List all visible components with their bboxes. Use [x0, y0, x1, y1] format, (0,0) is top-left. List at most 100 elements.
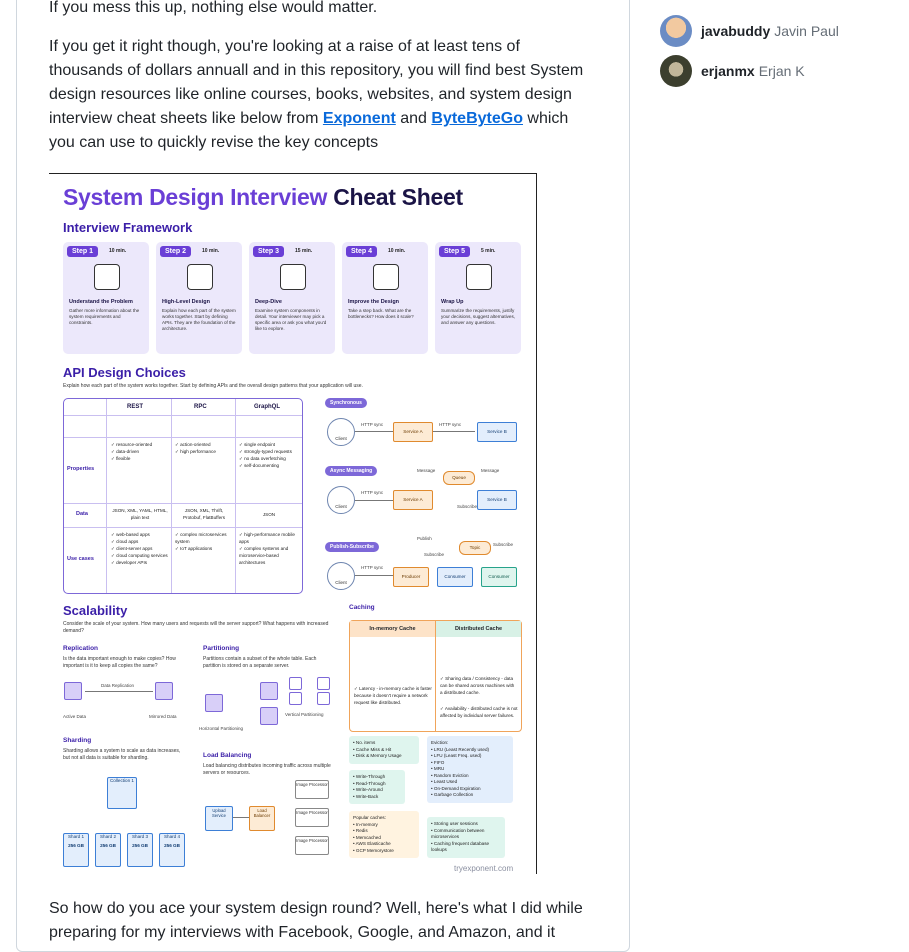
arrow: [85, 691, 153, 692]
avatar[interactable]: [660, 55, 692, 87]
step-time: 10 min.: [388, 248, 406, 254]
step-badge: Step 4: [346, 246, 378, 257]
api-cell: JSON, XML, Thrift, Protobuf, FlatBuffers: [182, 508, 226, 520]
paragraph-text: and: [395, 110, 432, 127]
article-paragraph-bottom: So how do you ace your system design rou…: [49, 900, 583, 941]
shard-size: 256 GB: [132, 843, 148, 848]
partition-node: [289, 677, 302, 690]
vertical-partitioning-label: Vertical Partitioning: [285, 712, 324, 717]
avatar[interactable]: [660, 15, 692, 47]
step-card: Step 5 5 min. Wrap Up Summarize the require…: [435, 242, 521, 354]
api-col-rest: REST: [127, 404, 144, 410]
load-balancing-subtitle: Load balancing distributes incoming traf…: [203, 763, 331, 776]
step-badge: Step 3: [253, 246, 285, 257]
table-divider: [64, 415, 302, 416]
cache-compare-table: In-memory Cache Distributed Cache ✓ Late…: [349, 620, 522, 732]
cache-metrics-list: • No. items • Cache Miss & Hit • Disk & …: [349, 736, 419, 764]
distcache-header: Distributed Cache: [436, 621, 521, 637]
footer-watermark: tryexponent.com: [454, 864, 514, 873]
step-time: 15 min.: [295, 248, 313, 254]
api-heading: API Design Choices: [63, 365, 186, 380]
active-data-node: [64, 682, 82, 700]
subscribe-label: Subscribe: [457, 504, 478, 509]
replication-subtitle: Is the data important enough to make cop…: [63, 656, 176, 669]
step-badge: Step 5: [439, 246, 471, 257]
step-badge: Step 1: [67, 246, 99, 257]
shard-label: Shard 1: [67, 834, 85, 839]
api-cell: ✓ complex microservices system ✓ IoT app…: [175, 532, 227, 551]
step-icon: [94, 264, 120, 290]
service-b-node: Service B: [477, 490, 517, 510]
pattern-synchronous: Synchronous: [325, 398, 367, 408]
image-processor-node: Image Processor: [295, 808, 329, 827]
step-card: Step 2 10 min. High-Level Design Explain ho…: [156, 242, 242, 354]
shard-size: 256 GB: [164, 843, 180, 848]
image-processor-node: Image Processor: [295, 780, 329, 799]
arrow: [355, 431, 393, 432]
step-icon: [466, 264, 492, 290]
bytebytego-link[interactable]: ByteByteGo: [431, 110, 523, 127]
step-card: Step 1 10 min. Understand the Problem Gathe…: [63, 242, 149, 354]
client-node: Client: [327, 486, 355, 514]
partition-node: [317, 677, 330, 690]
api-row-properties: Properties: [67, 466, 95, 472]
image-processor-node: Image Processor: [295, 836, 329, 855]
shard-size: 256 GB: [68, 843, 84, 848]
table-divider: [235, 399, 236, 593]
api-row-use-cases: Use cases: [67, 556, 94, 562]
data-replication-label: Data Replication: [101, 683, 135, 688]
step-card: Step 4 10 min. Improve the Design Take a st…: [342, 242, 428, 354]
partition-node: [260, 682, 278, 700]
partition-node: [205, 694, 223, 712]
partitioning-heading: Partitioning: [203, 645, 240, 652]
step-icon: [280, 264, 306, 290]
arrow: [355, 575, 393, 576]
contributor-login[interactable]: javabuddy: [701, 23, 770, 39]
contributor-name: Javin Paul: [774, 23, 839, 39]
inmem-header: In-memory Cache: [350, 621, 435, 637]
service-b-node: Service B: [477, 422, 517, 442]
step-time: 10 min.: [202, 248, 220, 254]
api-table: REST RPC GraphQL Properties Data Use cas…: [63, 398, 303, 594]
subscribe-label: Subscribe: [493, 542, 514, 547]
step-desc: Explain how each part of the system work…: [162, 308, 236, 331]
table-divider: [106, 399, 107, 593]
step-card: Step 3 15 min. Deep-Dive Examine system com…: [249, 242, 335, 354]
availability-note: ✓ Availability - distributed cache is no…: [440, 706, 518, 718]
http-sync-label: HTTP sync: [361, 490, 384, 495]
exponent-link[interactable]: Exponent: [323, 110, 396, 127]
contributor-login[interactable]: erjanmx: [701, 63, 755, 79]
api-col-rpc: RPC: [194, 404, 207, 410]
contributor-row[interactable]: erjanmx Erjan K: [660, 54, 839, 88]
step-desc: Examine system components in detail. You…: [255, 308, 327, 331]
pattern-pubsub: Publish-Subscribe: [325, 542, 379, 552]
step-badge: Step 2: [160, 246, 192, 257]
collection-node: Collection 1: [107, 777, 137, 809]
consumer-node: Consumer: [481, 567, 517, 587]
pattern-async: Async Messaging: [325, 466, 378, 476]
node-label: Client: [335, 436, 347, 441]
cache-writes-list: • Write-Through • Read-Through • Write-A…: [349, 770, 405, 804]
api-row-data: Data: [76, 511, 88, 517]
publish-label: Publish: [417, 536, 432, 541]
api-col-graphql: GraphQL: [254, 404, 281, 410]
contributor-row[interactable]: javabuddy Javin Paul: [660, 14, 839, 48]
step-title: Deep-Dive: [255, 299, 282, 305]
cache-uses-list: • Storing user sessions • Communication …: [427, 817, 505, 858]
partition-node: [260, 707, 278, 725]
load-balancer-node: Load Balancer: [249, 806, 275, 831]
cheat-sheet-image: System Design Interview Cheat Sheet Inte…: [49, 173, 537, 874]
article-text-top: If you mess this up, nothing else would …: [49, 0, 378, 16]
latency-note: ✓ Latency - in-memory cache is faster be…: [354, 686, 432, 705]
api-cell: JSON, XML, YAML, HTML, plain text: [112, 508, 168, 520]
api-subtitle: Explain how each part of the system work…: [63, 383, 363, 389]
sheet-title-part2: Cheat Sheet: [333, 184, 463, 210]
service-a-node: Service A: [393, 422, 433, 442]
client-node: Client: [327, 562, 355, 590]
horizontal-partitioning-label: Horizontal Partitioning: [199, 726, 244, 731]
api-cell: JSON: [262, 512, 276, 517]
consumer-node: Consumer: [437, 567, 473, 587]
step-desc: Take a step back. What are the bottlenec…: [348, 308, 414, 319]
shard-size: 256 GB: [100, 843, 116, 848]
queue-node: Queue: [443, 471, 475, 485]
